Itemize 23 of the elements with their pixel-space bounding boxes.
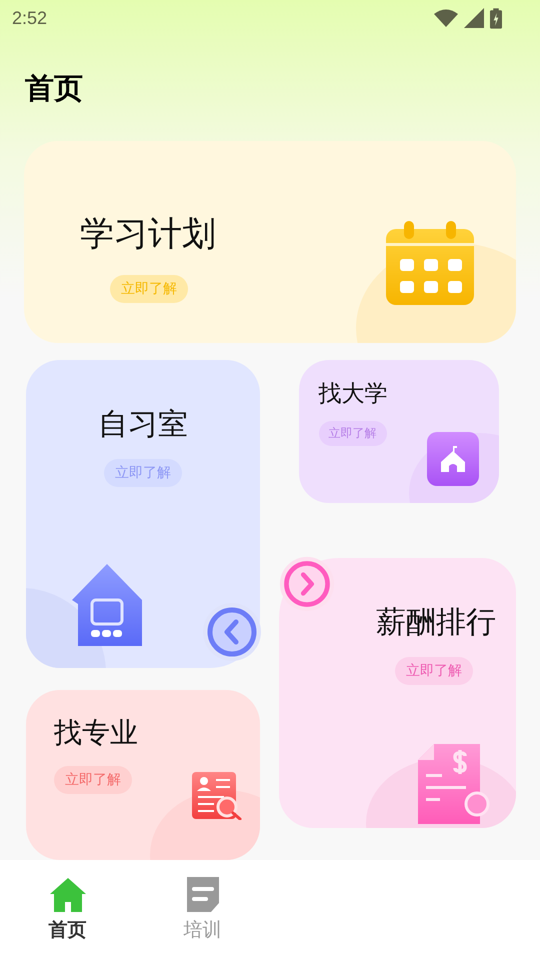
feature-card[interactable]: 自习室 立即了解 xyxy=(26,360,260,668)
resume-search-icon xyxy=(192,772,242,820)
wifi-icon xyxy=(434,9,458,27)
house-icon xyxy=(72,564,142,646)
card-title: 薪酬排行 xyxy=(376,604,496,642)
feature-card[interactable]: 找大学 立即了解 xyxy=(298,360,499,503)
school-icon xyxy=(426,432,479,486)
card-title: 自习室 xyxy=(98,406,188,444)
home-icon xyxy=(50,877,86,913)
card-title: 找大学 xyxy=(318,380,389,409)
card-title: 找专业 xyxy=(54,715,139,751)
feature-card[interactable]: 薪酬排行 立即了解 xyxy=(278,558,516,828)
nav-tab[interactable]: 首页 xyxy=(0,860,135,960)
feature-card[interactable]: 学习计划 立即了解 xyxy=(24,141,516,343)
note-icon xyxy=(184,877,220,913)
status-time: 2:52 xyxy=(12,8,48,28)
calendar-icon xyxy=(386,221,474,305)
invoice-icon xyxy=(418,744,490,824)
card-title: 学习计划 xyxy=(80,213,217,256)
signal-icon xyxy=(464,8,484,28)
battery-icon xyxy=(490,8,502,28)
page-title: 首页 xyxy=(25,70,84,106)
feature-card[interactable]: 找专业 立即了解 xyxy=(26,690,260,860)
